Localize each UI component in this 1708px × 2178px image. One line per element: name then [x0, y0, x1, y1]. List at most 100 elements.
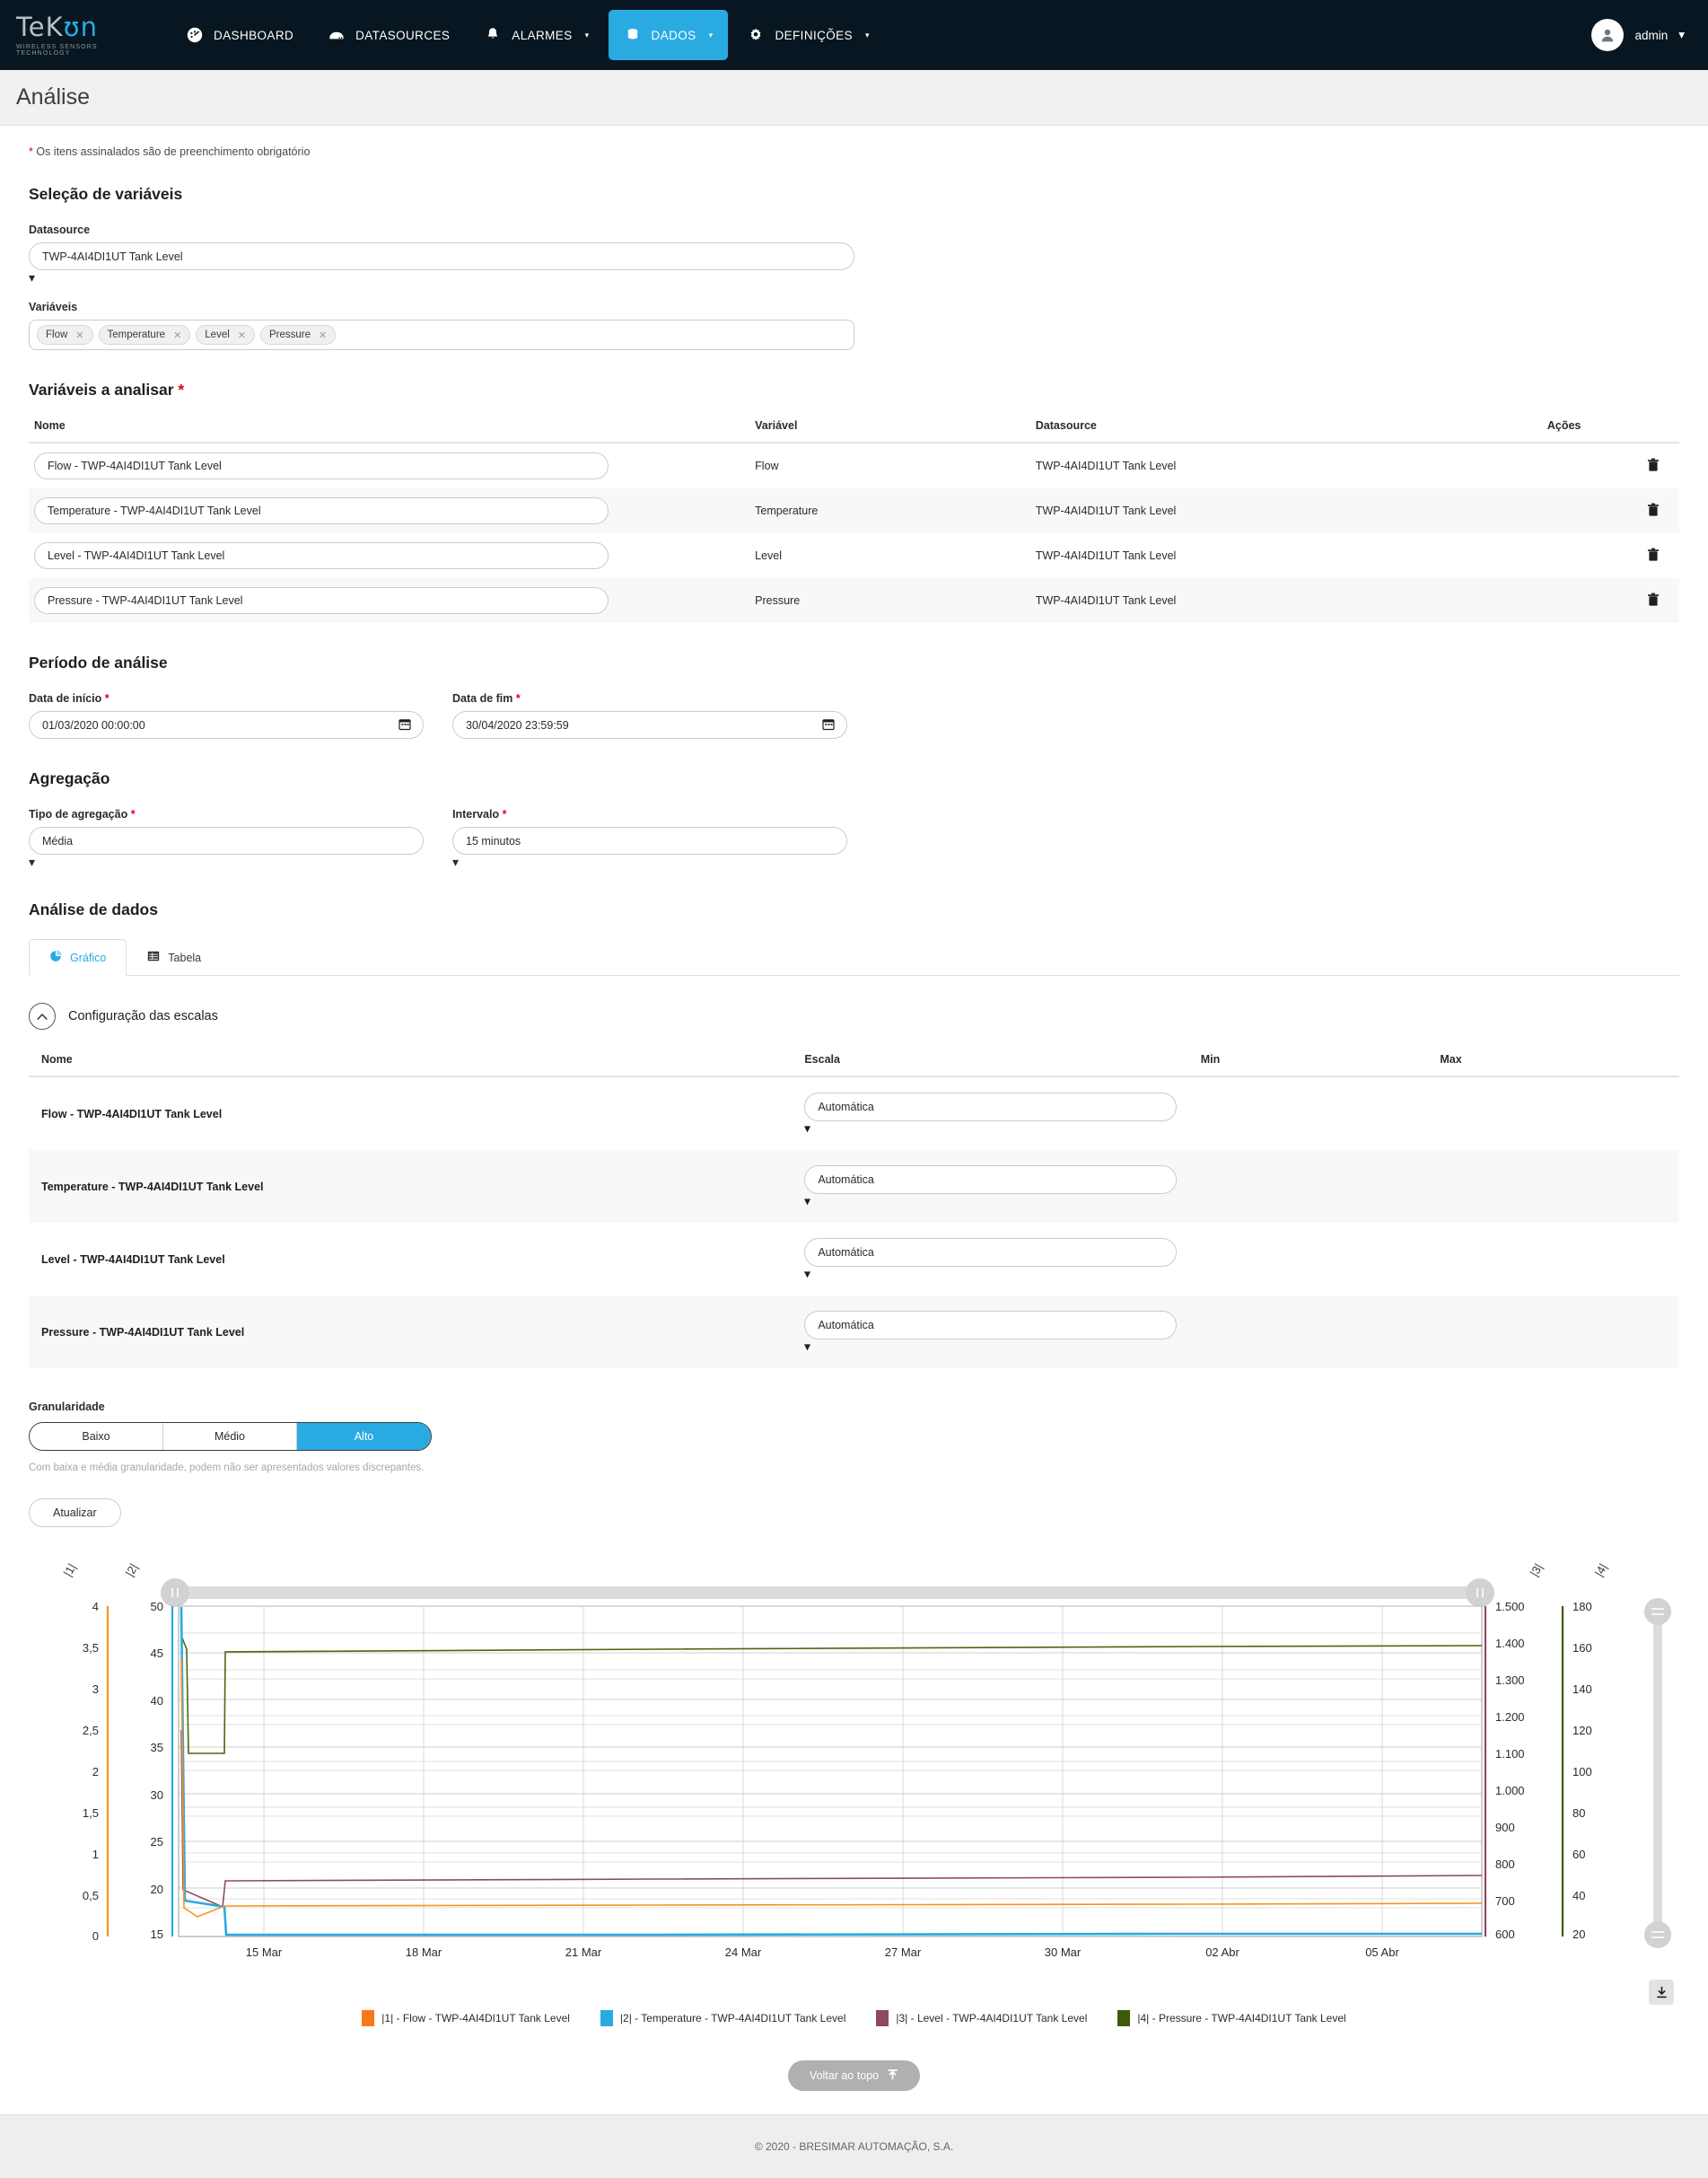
back-to-top-label: Voltar ao topo: [809, 2069, 880, 2082]
table-row: Level - TWP-4AI4DI1UT Tank Level Level T…: [29, 533, 1679, 578]
variables-chip-input[interactable]: Flow ✕ Temperature ✕ Level ✕ Pressure ✕: [29, 320, 854, 350]
scale-max-value: [1440, 1150, 1679, 1223]
chart-range-slider[interactable]: [161, 1578, 1494, 1607]
legend-swatch-flow: [362, 2010, 375, 2026]
download-icon[interactable]: [1649, 1980, 1674, 2005]
chart-container: |1| |2| |3| |4| 4 3,5 3 2,5 2 1,5 1 0,5 …: [29, 1550, 1680, 2005]
chevron-down-icon: ▾: [804, 1122, 810, 1135]
nav-item-definicoes[interactable]: DEFINIÇÕES ▾: [731, 10, 884, 60]
svg-text:1: 1: [92, 1848, 99, 1861]
legend-item-temperature[interactable]: |2| - Temperature - TWP-4AI4DI1UT Tank L…: [600, 2010, 845, 2026]
svg-text:30: 30: [151, 1788, 163, 1802]
legend-item-flow[interactable]: |1| - Flow - TWP-4AI4DI1UT Tank Level: [362, 2010, 570, 2026]
nav-item-dados[interactable]: DADOS ▾: [608, 10, 729, 60]
granularity-option-alto[interactable]: Alto: [297, 1423, 431, 1450]
table-row: Level - TWP-4AI4DI1UT Tank Level Automát…: [29, 1223, 1679, 1295]
chevron-down-icon: ▾: [452, 855, 460, 869]
scale-row-name: Flow - TWP-4AI4DI1UT Tank Level: [41, 1107, 223, 1120]
svg-text:1.000: 1.000: [1495, 1784, 1525, 1797]
required-note: * Os itens assinalados são de preenchime…: [29, 145, 1679, 158]
plot-area: [178, 1605, 1483, 1937]
variable-chip[interactable]: Level ✕: [196, 325, 255, 345]
svg-text:1.100: 1.100: [1495, 1747, 1525, 1761]
x-tick-7: 05 Abr: [1365, 1945, 1399, 1959]
close-icon[interactable]: ✕: [75, 329, 83, 341]
aggregation-type-select[interactable]: Média ▾: [29, 827, 424, 870]
nav-item-alarmes[interactable]: ALARMES ▾: [469, 10, 604, 60]
chart-zoom-slider[interactable]: [1644, 1598, 1671, 1948]
avatar: [1591, 19, 1625, 51]
granularity-option-medio[interactable]: Médio: [163, 1423, 297, 1450]
scale-select[interactable]: Automática ▾: [804, 1311, 1178, 1353]
required-note-text: Os itens assinalados são de preenchiment…: [36, 145, 311, 158]
scale-row-name: Temperature - TWP-4AI4DI1UT Tank Level: [41, 1180, 264, 1193]
variable-chip[interactable]: Flow ✕: [37, 325, 93, 345]
close-icon[interactable]: ✕: [173, 329, 181, 341]
end-date-input[interactable]: 30/04/2020 23:59:59: [452, 711, 847, 739]
datasource-select[interactable]: TWP-4AI4DI1UT Tank Level ▾: [29, 242, 854, 285]
analysis-line-chart[interactable]: |1| |2| |3| |4| 4 3,5 3 2,5 2 1,5 1 0,5 …: [29, 1550, 1680, 1972]
x-tick-1: 18 Mar: [406, 1945, 442, 1959]
section-variables-table-heading: Variáveis a analisar *: [29, 381, 1679, 400]
required-asterisk: *: [104, 692, 109, 705]
chevron-up-icon[interactable]: [29, 1003, 56, 1030]
start-date-field: Data de início * 01/03/2020 00:00:00: [29, 692, 424, 739]
legend-item-level[interactable]: |3| - Level - TWP-4AI4DI1UT Tank Level: [876, 2010, 1087, 2026]
delete-icon[interactable]: [1647, 458, 1660, 475]
atualizar-button[interactable]: Atualizar: [29, 1498, 121, 1527]
variable-chip[interactable]: Temperature ✕: [98, 325, 191, 345]
scale-select[interactable]: Automática ▾: [804, 1093, 1178, 1135]
back-to-top-button[interactable]: Voltar ao topo: [787, 2060, 921, 2091]
scale-select[interactable]: Automática ▾: [804, 1165, 1178, 1208]
calendar-icon[interactable]: [399, 717, 411, 733]
variable-name-input[interactable]: Flow - TWP-4AI4DI1UT Tank Level: [34, 452, 609, 479]
start-date-input[interactable]: 01/03/2020 00:00:00: [29, 711, 424, 739]
axis-1-id: |1|: [61, 1561, 79, 1579]
back-to-top-wrapper: Voltar ao topo: [29, 2060, 1679, 2091]
nav-item-datasources[interactable]: DATASOURCES: [312, 10, 465, 60]
delete-icon[interactable]: [1647, 503, 1660, 520]
axis-2-id: |2|: [123, 1561, 141, 1579]
legend-label-flow: |1| - Flow - TWP-4AI4DI1UT Tank Level: [381, 2012, 570, 2024]
table-row: Pressure - TWP-4AI4DI1UT Tank Level Pres…: [29, 578, 1679, 623]
svg-text:4: 4: [92, 1600, 99, 1613]
axis-4-id: |4|: [1592, 1561, 1610, 1579]
nav-item-dashboard[interactable]: DASHBOARD: [171, 10, 309, 60]
svg-text:0,5: 0,5: [83, 1889, 99, 1902]
end-date-value: 30/04/2020 23:59:59: [466, 718, 569, 732]
scale-select-value: Automática: [804, 1238, 1178, 1267]
brand-logo[interactable]: TeKʊn WIRELESS SENSORS TECHNOLOGY: [16, 11, 140, 57]
x-tick-6: 02 Abr: [1205, 1945, 1239, 1959]
user-menu[interactable]: admin ▾: [1591, 19, 1685, 51]
variable-name-input[interactable]: Level - TWP-4AI4DI1UT Tank Level: [34, 542, 609, 569]
brand-wordmark-accent: ʊn: [63, 11, 98, 42]
svg-text:20: 20: [1572, 1928, 1585, 1941]
delete-icon[interactable]: [1647, 593, 1660, 610]
close-icon[interactable]: ✕: [319, 329, 327, 341]
tab-tabela[interactable]: Tabela: [127, 939, 222, 976]
svg-text:2,5: 2,5: [83, 1724, 99, 1737]
scales-table: Nome Escala Min Max Flow - TWP-4AI4DI1UT…: [29, 1053, 1679, 1368]
variable-name-input[interactable]: Pressure - TWP-4AI4DI1UT Tank Level: [34, 587, 609, 614]
scale-select-value: Automática: [804, 1311, 1178, 1339]
variable-name-input[interactable]: Temperature - TWP-4AI4DI1UT Tank Level: [34, 497, 609, 524]
svg-text:15: 15: [151, 1928, 163, 1941]
scales-collapse-header[interactable]: Configuração das escalas: [29, 1003, 1679, 1030]
granularity-option-baixo[interactable]: Baixo: [30, 1423, 163, 1450]
table-row: Flow - TWP-4AI4DI1UT Tank Level Automáti…: [29, 1076, 1679, 1150]
scale-select[interactable]: Automática ▾: [804, 1238, 1178, 1280]
brand-wordmark-left: TeK: [16, 11, 64, 42]
interval-select[interactable]: 15 minutos ▾: [452, 827, 847, 870]
svg-text:50: 50: [151, 1600, 163, 1613]
legend-label-level: |3| - Level - TWP-4AI4DI1UT Tank Level: [896, 2012, 1088, 2024]
column-header-escala: Escala: [804, 1053, 1201, 1077]
variable-chip[interactable]: Pressure ✕: [260, 325, 337, 345]
granularity-segmented-control[interactable]: Baixo Médio Alto: [29, 1422, 432, 1451]
x-tick-3: 24 Mar: [725, 1945, 762, 1959]
svg-text:1.200: 1.200: [1495, 1710, 1525, 1724]
calendar-icon[interactable]: [822, 717, 835, 733]
legend-item-pressure[interactable]: |4| - Pressure - TWP-4AI4DI1UT Tank Leve…: [1117, 2010, 1346, 2026]
delete-icon[interactable]: [1647, 548, 1660, 565]
close-icon[interactable]: ✕: [238, 329, 246, 341]
tab-grafico[interactable]: Gráfico: [29, 939, 127, 976]
